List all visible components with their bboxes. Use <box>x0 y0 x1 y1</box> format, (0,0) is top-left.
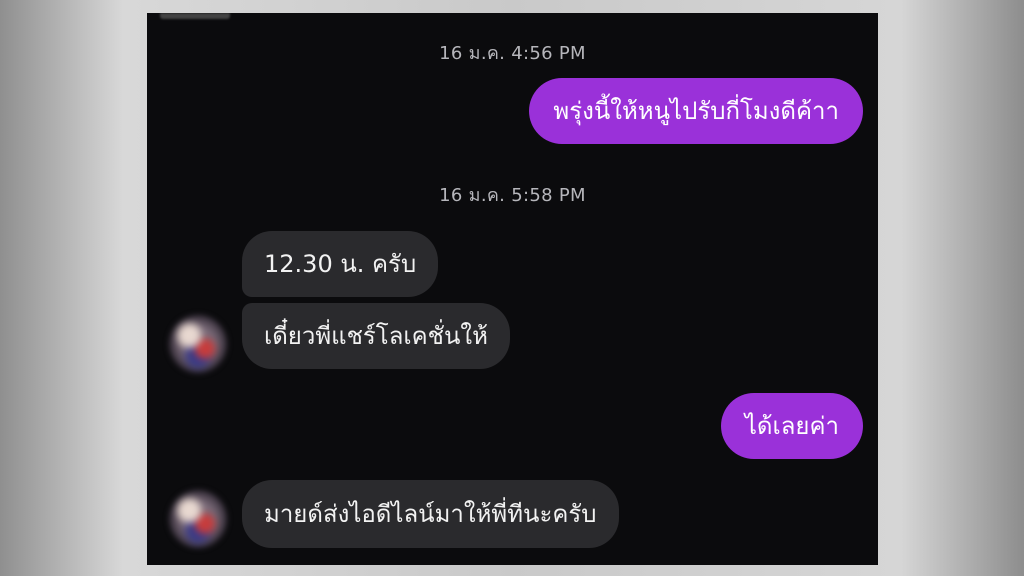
contact-avatar[interactable] <box>169 490 227 548</box>
chat-screen: 16 ม.ค. 4:56 PM พรุ่งนี้ให้หนูไปรับกี่โม… <box>147 13 878 565</box>
timestamp-divider: 16 ม.ค. 4:56 PM <box>439 43 586 64</box>
outgoing-message[interactable]: ได้เลยค่า <box>720 393 863 459</box>
incoming-message[interactable]: มายด์ส่งไอดีไลน์มาให้พี่ทีนะครับ <box>242 480 619 548</box>
blurred-header-remnant <box>160 13 230 19</box>
contact-avatar[interactable] <box>169 315 227 373</box>
timestamp-divider: 16 ม.ค. 5:58 PM <box>439 185 586 206</box>
outgoing-message[interactable]: พรุ่งนี้ให้หนูไปรับกี่โมงดีค้าา <box>529 78 863 144</box>
incoming-message[interactable]: 12.30 น. ครับ <box>242 231 439 297</box>
incoming-message[interactable]: เดี๋ยวพี่แชร์โลเคชั่นให้ <box>242 303 510 369</box>
